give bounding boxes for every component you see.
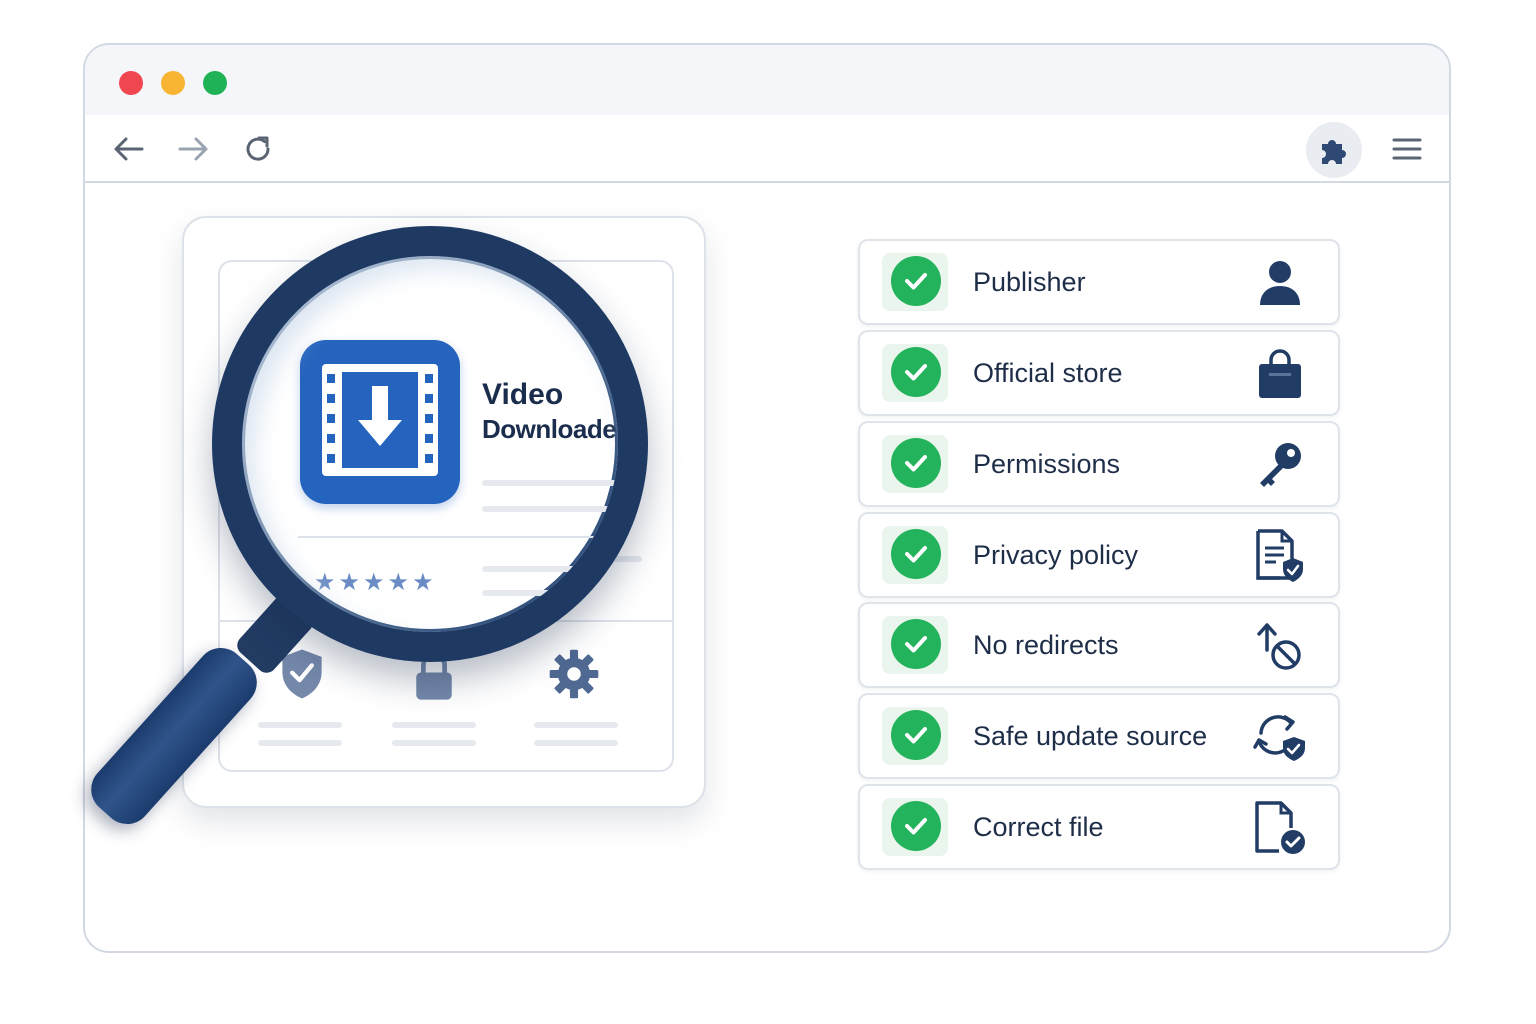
lens-divider — [298, 536, 618, 538]
magnifying-glass: Video Downloader ★★★★★ — [212, 226, 648, 662]
sync-shield-icon — [1252, 711, 1308, 763]
check-icon — [891, 256, 941, 306]
check-item-privacy-policy: Privacy policy — [858, 512, 1340, 598]
text-placeholder-line — [534, 722, 618, 728]
check-icon — [891, 438, 941, 488]
person-icon — [1252, 257, 1308, 309]
puzzle-icon — [1322, 140, 1346, 164]
arrow-right-icon — [178, 137, 208, 161]
maximize-window-button[interactable] — [203, 71, 227, 95]
browser-toolbar — [85, 115, 1449, 183]
check-label: Publisher — [973, 267, 1086, 297]
check-item-no-redirects: No redirects — [858, 602, 1340, 688]
text-placeholder-line — [482, 566, 618, 572]
check-label: Correct file — [973, 812, 1104, 842]
back-button[interactable] — [109, 129, 149, 169]
app-title: Video Downloader — [482, 378, 626, 444]
text-placeholder-line — [482, 506, 618, 512]
check-label: Permissions — [973, 449, 1121, 479]
check-icon — [891, 801, 941, 851]
text-placeholder-line — [258, 740, 342, 746]
shopping-bag-icon — [1252, 348, 1308, 400]
check-item-official-store: Official store — [858, 330, 1340, 416]
check-label: No redirects — [973, 630, 1119, 660]
reload-icon — [246, 136, 270, 161]
app-name-line2: Downloader — [482, 414, 626, 444]
file-check-icon — [1252, 801, 1308, 854]
check-item-correct-file: Correct file — [858, 784, 1340, 870]
check-icon — [891, 347, 941, 397]
gear-icon — [544, 644, 604, 704]
text-placeholder-line — [392, 722, 476, 728]
no-redirect-icon — [1252, 620, 1308, 672]
title-bar — [85, 45, 1449, 115]
app-name-line1: Video — [482, 378, 564, 411]
menu-button[interactable] — [1387, 129, 1427, 169]
forward-button[interactable] — [173, 129, 213, 169]
extensions-button[interactable] — [1306, 122, 1362, 178]
close-window-button[interactable] — [119, 71, 143, 95]
document-shield-icon — [1252, 529, 1308, 582]
check-label: Privacy policy — [973, 540, 1139, 570]
check-item-permissions: Permissions — [858, 421, 1340, 507]
hamburger-menu-icon — [1392, 138, 1422, 160]
text-placeholder-line — [534, 740, 618, 746]
check-label: Official store — [973, 358, 1123, 388]
text-placeholder-line — [392, 740, 476, 746]
text-placeholder-line — [482, 590, 602, 596]
video-downloader-app-icon — [300, 340, 460, 504]
check-item-safe-update-source: Safe update source — [858, 693, 1340, 779]
key-icon — [1252, 439, 1308, 491]
check-icon — [891, 619, 941, 669]
reload-button[interactable] — [238, 129, 278, 169]
check-icon — [891, 529, 941, 579]
text-placeholder-line — [482, 480, 618, 486]
check-icon — [891, 710, 941, 760]
minimize-window-button[interactable] — [161, 71, 185, 95]
rating-stars: ★★★★★ — [314, 569, 437, 596]
check-item-publisher: Publisher — [858, 239, 1340, 325]
text-placeholder-line — [258, 722, 342, 728]
check-label: Safe update source — [973, 721, 1208, 751]
arrow-left-icon — [114, 137, 144, 161]
